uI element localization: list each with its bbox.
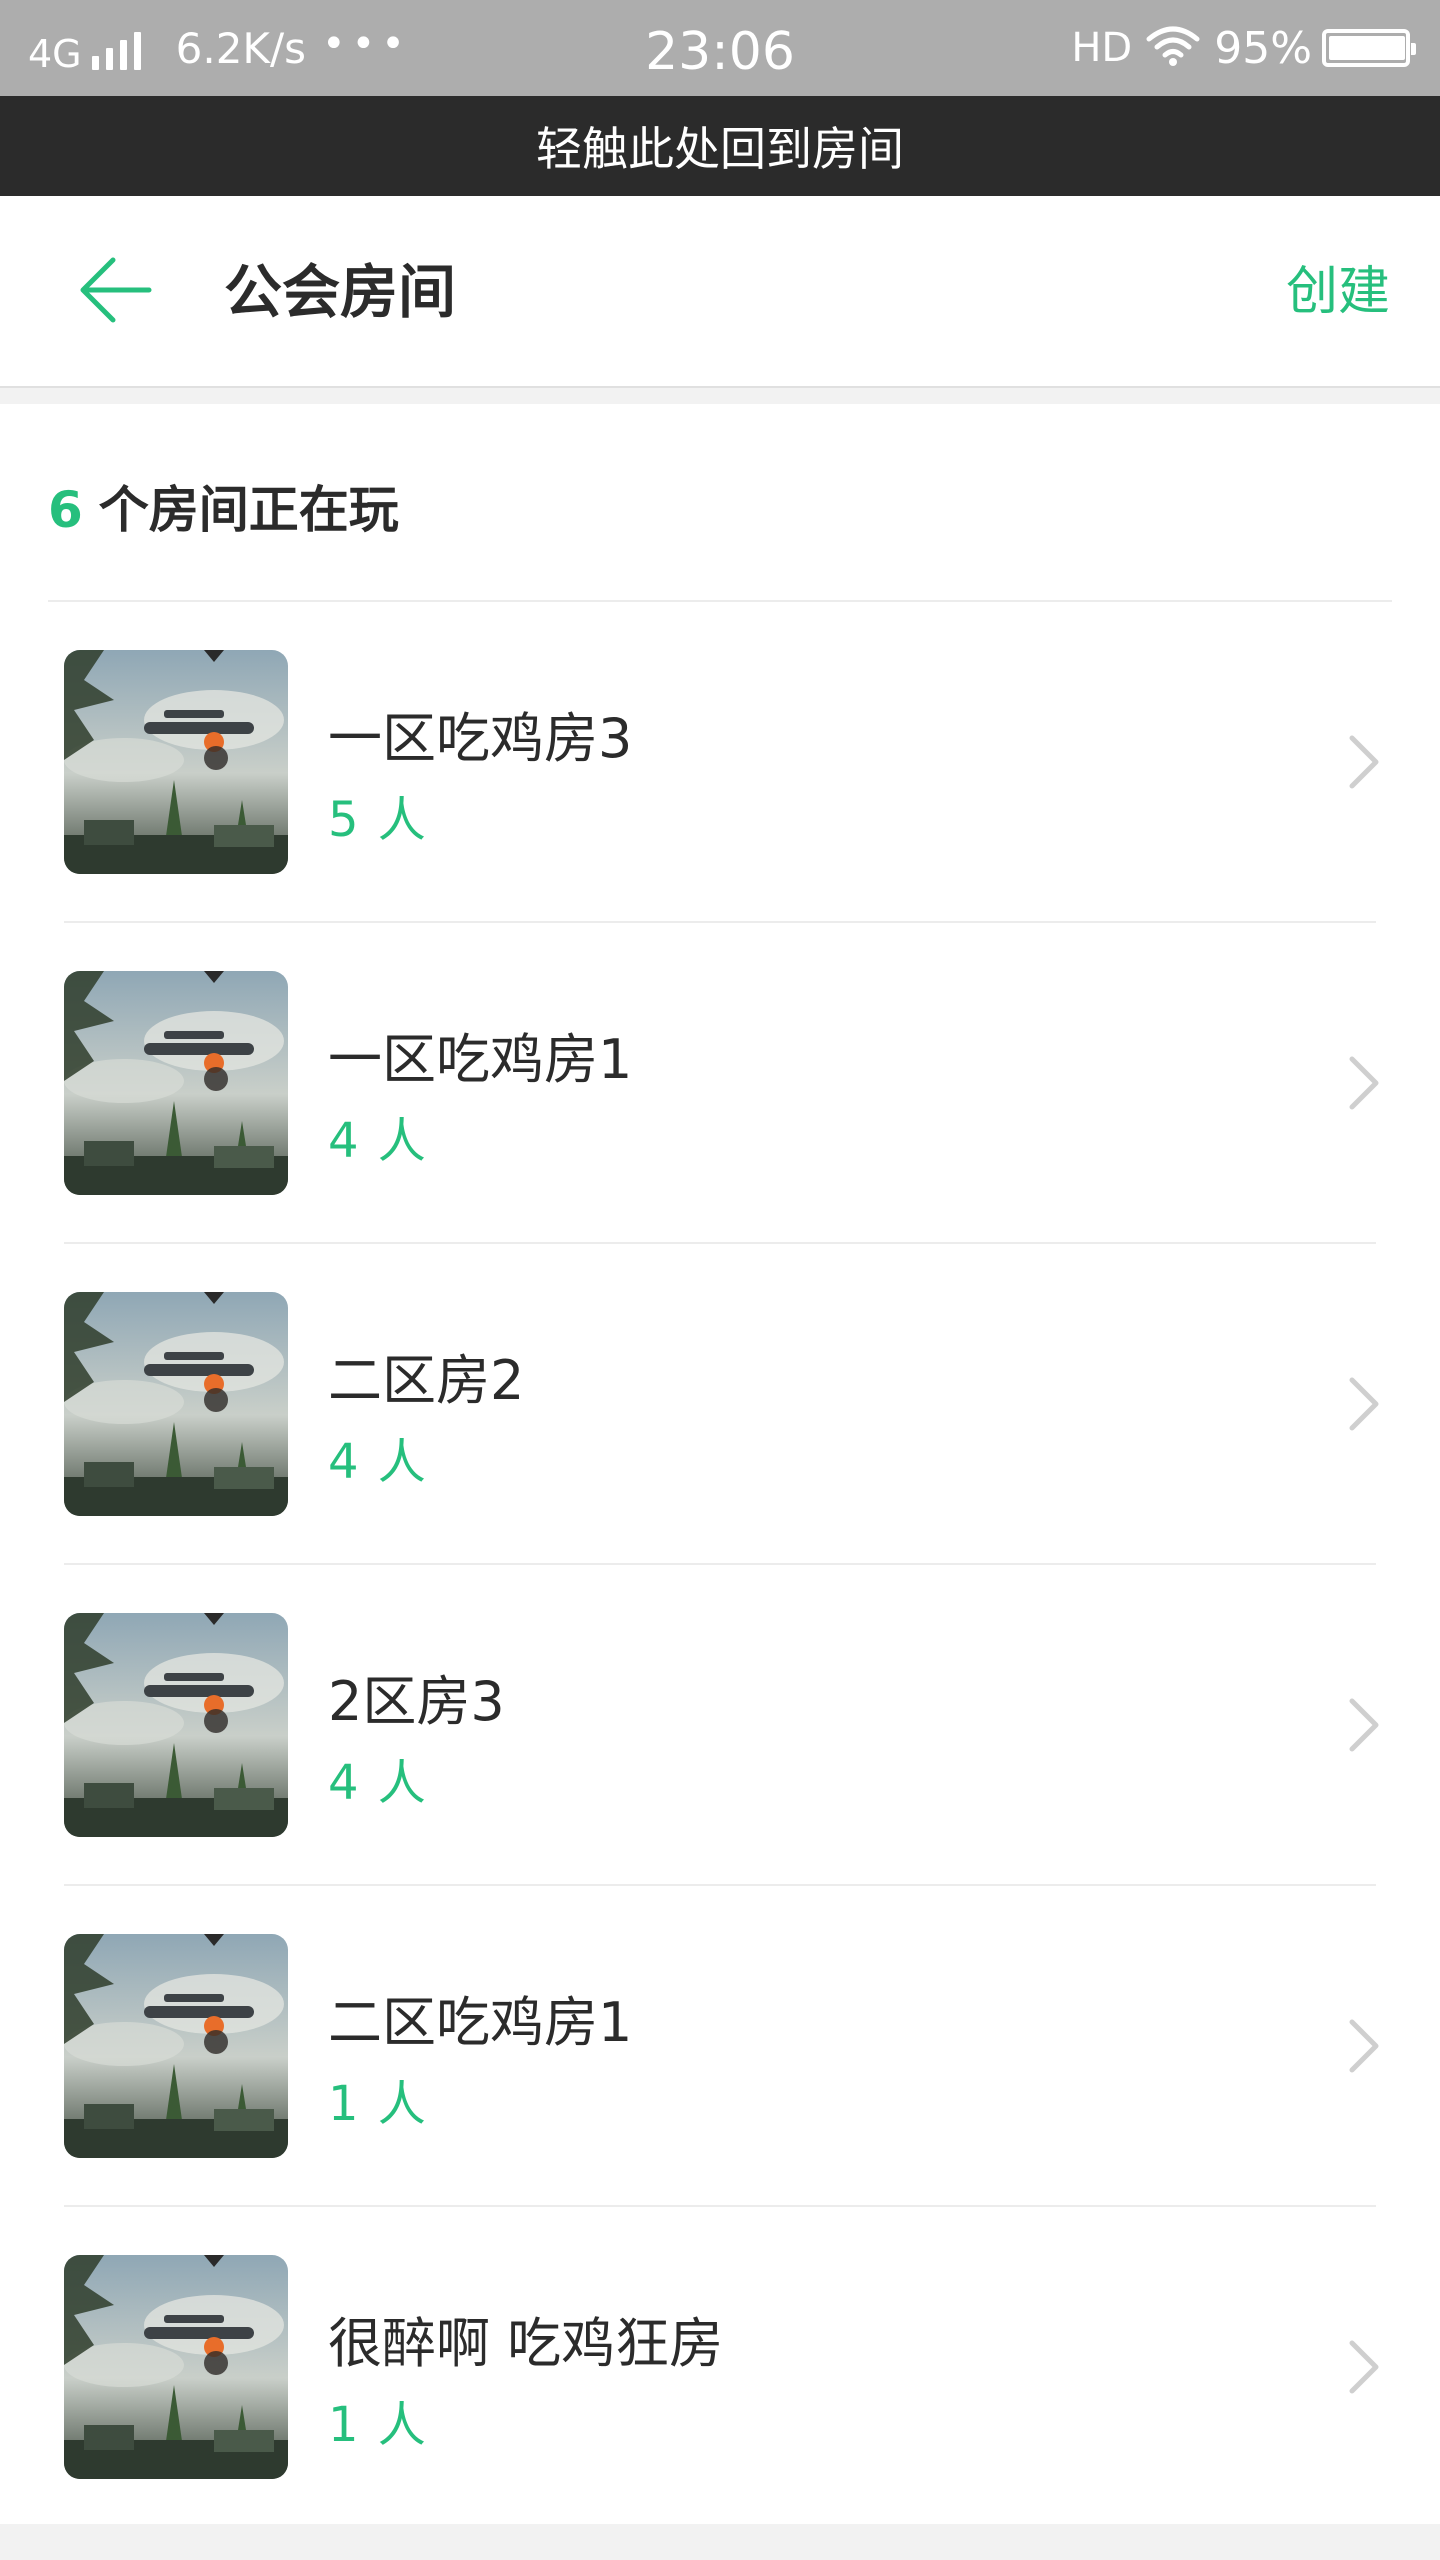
room-thumbnail [64, 1613, 288, 1837]
room-row[interactable]: 2区房3 4 人 [0, 1565, 1440, 1886]
create-button[interactable]: 创建 [1286, 196, 1390, 388]
chevron-right-icon [1349, 735, 1379, 789]
room-thumbnail [64, 650, 288, 874]
app-header: 公会房间 创建 [0, 196, 1440, 388]
back-button[interactable] [60, 240, 170, 340]
room-row[interactable]: 一区吃鸡房3 5 人 [0, 602, 1440, 923]
room-player-count: 4 人 [328, 1755, 428, 1811]
room-row[interactable]: 二区吃鸡房1 1 人 [0, 1886, 1440, 2207]
room-thumbnail [64, 1292, 288, 1516]
return-to-room-label: 轻触此处回到房间 [536, 122, 904, 176]
room-name: 一区吃鸡房1 [328, 1028, 633, 1091]
chevron-right-icon [1349, 1056, 1379, 1110]
room-thumbnail [64, 1934, 288, 2158]
rooms-count: 6 [48, 481, 83, 539]
battery-icon [1322, 29, 1416, 67]
room-player-count: 4 人 [328, 1113, 428, 1169]
room-thumbnail [64, 971, 288, 1195]
bottom-gap [0, 2524, 1440, 2560]
room-name: 2区房3 [328, 1670, 505, 1733]
room-list: 一区吃鸡房3 5 人 一区吃鸡房1 4 人 二区房2 4 人 2区房3 4 人 … [0, 602, 1440, 2528]
rooms-count-label: 个房间正在玩 [98, 481, 399, 539]
rooms-playing-summary: 6 个房间正在玩 [48, 470, 399, 542]
room-name: 一区吃鸡房3 [328, 707, 633, 770]
room-row[interactable]: 一区吃鸡房1 4 人 [0, 923, 1440, 1244]
room-row[interactable]: 很醉啊 吃鸡狂房 1 人 [0, 2207, 1440, 2528]
room-player-count: 4 人 [328, 1434, 428, 1490]
chevron-right-icon [1349, 2019, 1379, 2073]
status-bar: 4G 6.2K/s ••• 23:06 HD 95% [0, 0, 1440, 96]
room-name: 二区吃鸡房1 [328, 1991, 633, 2054]
return-to-room-banner[interactable]: 轻触此处回到房间 [0, 96, 1440, 196]
room-row[interactable]: 二区房2 4 人 [0, 1244, 1440, 1565]
room-thumbnail [64, 2255, 288, 2479]
room-player-count: 1 人 [328, 2397, 428, 2453]
chevron-right-icon [1349, 1698, 1379, 1752]
room-list-card: 6 个房间正在玩 一区吃鸡房3 5 人 一区吃鸡房1 4 人 二区房2 4 人 … [0, 404, 1440, 2524]
room-player-count: 1 人 [328, 2076, 428, 2132]
room-name: 二区房2 [328, 1349, 525, 1412]
chevron-right-icon [1349, 1377, 1379, 1431]
page-title: 公会房间 [224, 258, 457, 326]
chevron-right-icon [1349, 2340, 1379, 2394]
battery-percentage: 95% [1214, 22, 1312, 74]
arrow-left-icon [80, 257, 152, 323]
wifi-icon [1146, 25, 1200, 71]
room-player-count: 5 人 [328, 792, 428, 848]
room-name: 很醉啊 吃鸡狂房 [328, 2312, 724, 2375]
hd-indicator: HD [1071, 25, 1133, 71]
